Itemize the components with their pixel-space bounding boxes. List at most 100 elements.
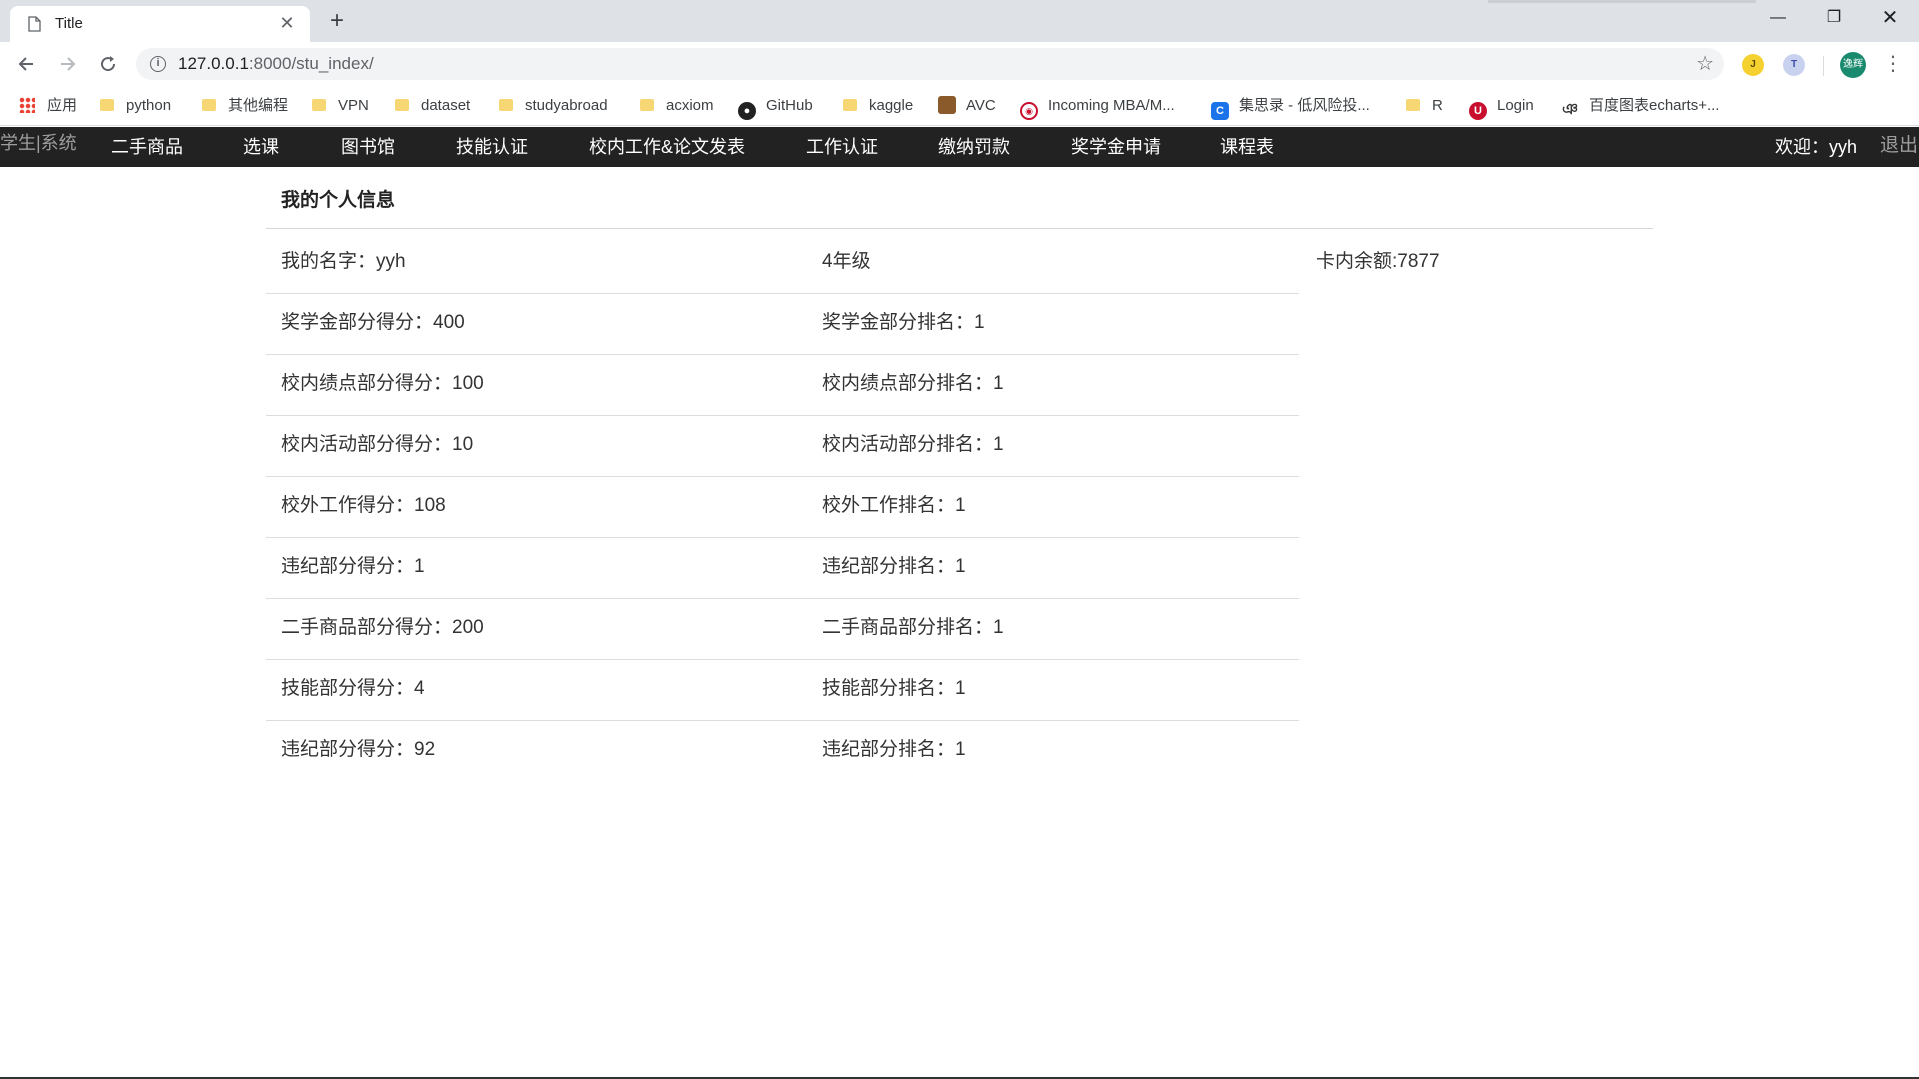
profile-info-table: 我的名字：yyh 4年级 奖学金部分得分：400 奖学金部分排名：1 校内绩点部… <box>266 233 1299 782</box>
table-row: 校内绩点部分得分：100 校内绩点部分排名：1 <box>266 355 1299 416</box>
student-name: 我的名字：yyh <box>281 251 406 272</box>
drag-region <box>1488 0 1756 3</box>
bookmark-github[interactable]: ● GitHub <box>738 94 813 120</box>
back-arrow-icon[interactable] <box>13 50 41 78</box>
bookmark-label: 应用 <box>47 97 78 114</box>
bookmark-label: dataset <box>421 97 471 114</box>
profile-avatar[interactable]: 逸辉 <box>1840 52 1866 78</box>
discipline-score: 违纪部分得分：92 <box>281 739 436 760</box>
url-text[interactable]: 127.0.0.1:8000/stu_index/ <box>178 54 374 74</box>
minimize-icon[interactable]: — <box>1750 0 1806 36</box>
gpa-score: 校内绩点部分得分：100 <box>281 373 484 394</box>
bookmark-avc[interactable]: AVC <box>938 94 996 118</box>
bookmark-vpn[interactable]: VPN <box>312 94 369 118</box>
bookmark-login[interactable]: U Login <box>1469 94 1534 120</box>
external-work-score: 校外工作得分：108 <box>281 495 446 516</box>
bookmark-label: GitHub <box>766 97 813 114</box>
forward-arrow-icon[interactable] <box>53 50 81 78</box>
table-row: 校内活动部分得分：10 校内活动部分排名：1 <box>266 416 1299 477</box>
section-title: 我的个人信息 <box>281 190 396 211</box>
j-extension-icon[interactable]: J <box>1742 54 1764 76</box>
github-icon: ● <box>738 102 756 120</box>
bookmark-r[interactable]: R <box>1406 94 1443 118</box>
login-icon: U <box>1469 102 1487 120</box>
bookmark-label: acxiom <box>666 97 714 114</box>
tab-close-icon[interactable]: ✕ <box>276 12 298 34</box>
activity-score: 校内活动部分得分：10 <box>281 434 474 455</box>
nav-link-skill-cert[interactable]: 技能认证 <box>456 127 528 167</box>
tab-title: Title <box>55 15 83 32</box>
tab-strip: Title ✕ + — ❐ ✕ <box>0 0 1919 42</box>
bookmark-label: Incoming MBA/M... <box>1048 97 1175 114</box>
table-row: 违纪部分得分：1 违纪部分排名：1 <box>266 538 1299 599</box>
bookmark-label: 集思录 - 低风险投... <box>1239 97 1370 114</box>
folder-icon <box>395 99 409 111</box>
discipline-rank: 违纪部分排名：1 <box>822 739 966 760</box>
table-row: 奖学金部分得分：400 奖学金部分排名：1 <box>266 294 1299 355</box>
bookmark-label: VPN <box>338 97 369 114</box>
title-divider <box>266 228 1653 229</box>
folder-icon <box>843 99 857 111</box>
browser-menu-icon[interactable]: ⋮ <box>1882 50 1904 78</box>
brand-title[interactable]: 学生|系统 <box>0 129 77 157</box>
table-row: 二手商品部分得分：200 二手商品部分排名：1 <box>266 599 1299 660</box>
bookmark-kaggle[interactable]: kaggle <box>843 94 913 118</box>
table-row: 技能部分得分：4 技能部分排名：1 <box>266 660 1299 721</box>
bookmark-other-programming[interactable]: 其他编程 <box>202 94 288 118</box>
bookmark-jisilu[interactable]: C 集思录 - 低风险投... <box>1211 94 1370 120</box>
bookmark-apps[interactable]: 应用 <box>19 94 77 118</box>
nav-link-pay-fines[interactable]: 缴纳罚款 <box>938 127 1010 167</box>
student-grade: 4年级 <box>822 251 871 272</box>
nav-link-work-cert[interactable]: 工作认证 <box>806 127 878 167</box>
nav-link-scholarship[interactable]: 奖学金申请 <box>1071 127 1161 167</box>
bookmark-incoming-mba[interactable]: ◉ Incoming MBA/M... <box>1020 94 1175 120</box>
page-icon <box>28 16 41 32</box>
folder-icon <box>100 99 114 111</box>
new-tab-icon[interactable]: + <box>322 6 352 36</box>
toolbar-divider <box>1823 56 1824 76</box>
scholarship-rank: 奖学金部分排名：1 <box>822 312 985 333</box>
nav-link-campus-work-papers[interactable]: 校内工作&论文发表 <box>589 127 745 167</box>
secondhand-score: 二手商品部分得分：200 <box>281 617 484 638</box>
folder-icon <box>202 99 216 111</box>
activity-rank: 校内活动部分排名：1 <box>822 434 1004 455</box>
site-info-icon[interactable]: i <box>150 56 166 72</box>
translate-extension-icon[interactable]: T <box>1783 54 1805 76</box>
skill-score: 技能部分得分：4 <box>281 678 425 699</box>
welcome-user: 欢迎：yyh <box>1775 137 1858 157</box>
table-row: 违纪部分得分：92 违纪部分排名：1 <box>266 721 1299 782</box>
app-navbar: 学生|系统 二手商品 选课 图书馆 技能认证 校内工作&论文发表 工作认证 缴纳… <box>0 127 1919 167</box>
bookmark-echarts[interactable]: ঞ 百度图表echarts+... <box>1561 94 1720 119</box>
bookmark-python[interactable]: python <box>100 94 171 118</box>
reload-icon[interactable] <box>94 50 122 78</box>
nav-link-secondhand[interactable]: 二手商品 <box>111 127 183 167</box>
window-close-icon[interactable]: ✕ <box>1862 0 1918 36</box>
bookmark-studyabroad[interactable]: studyabroad <box>499 94 608 118</box>
gpa-rank: 校内绩点部分排名：1 <box>822 373 1004 394</box>
table-row: 我的名字：yyh 4年级 <box>266 233 1299 294</box>
address-bar[interactable]: i 127.0.0.1:8000/stu_index/ ☆ <box>136 48 1724 80</box>
bookmark-label: kaggle <box>869 97 914 114</box>
secondhand-rank: 二手商品部分排名：1 <box>822 617 1004 638</box>
echarts-icon: ঞ <box>1561 101 1579 119</box>
browser-toolbar: i 127.0.0.1:8000/stu_index/ ☆ J T 逸辉 ⋮ <box>0 42 1919 86</box>
external-work-rank: 校外工作排名：1 <box>822 495 966 516</box>
avc-icon <box>938 96 956 114</box>
nav-link-timetable[interactable]: 课程表 <box>1220 127 1274 167</box>
url-host: 127.0.0.1 <box>178 54 249 73</box>
discipline-rank: 违纪部分排名：1 <box>822 556 966 577</box>
nav-link-course-selection[interactable]: 选课 <box>243 127 279 167</box>
bookmark-star-icon[interactable]: ☆ <box>1696 51 1714 76</box>
url-path: :8000/stu_index/ <box>248 54 374 73</box>
folder-icon <box>640 99 654 111</box>
nav-link-library[interactable]: 图书馆 <box>341 127 395 167</box>
bookmark-label: R <box>1432 97 1443 114</box>
bookmark-acxiom[interactable]: acxiom <box>640 94 714 118</box>
bookmark-dataset[interactable]: dataset <box>395 94 470 118</box>
logout-link[interactable]: 退出 <box>1880 127 1918 165</box>
restore-icon[interactable]: ❐ <box>1806 0 1862 36</box>
discipline-score: 违纪部分得分：1 <box>281 556 425 577</box>
browser-tab[interactable]: Title ✕ <box>10 6 310 42</box>
scholarship-score: 奖学金部分得分：400 <box>281 312 465 333</box>
bookmark-label: 百度图表echarts+... <box>1589 97 1720 114</box>
